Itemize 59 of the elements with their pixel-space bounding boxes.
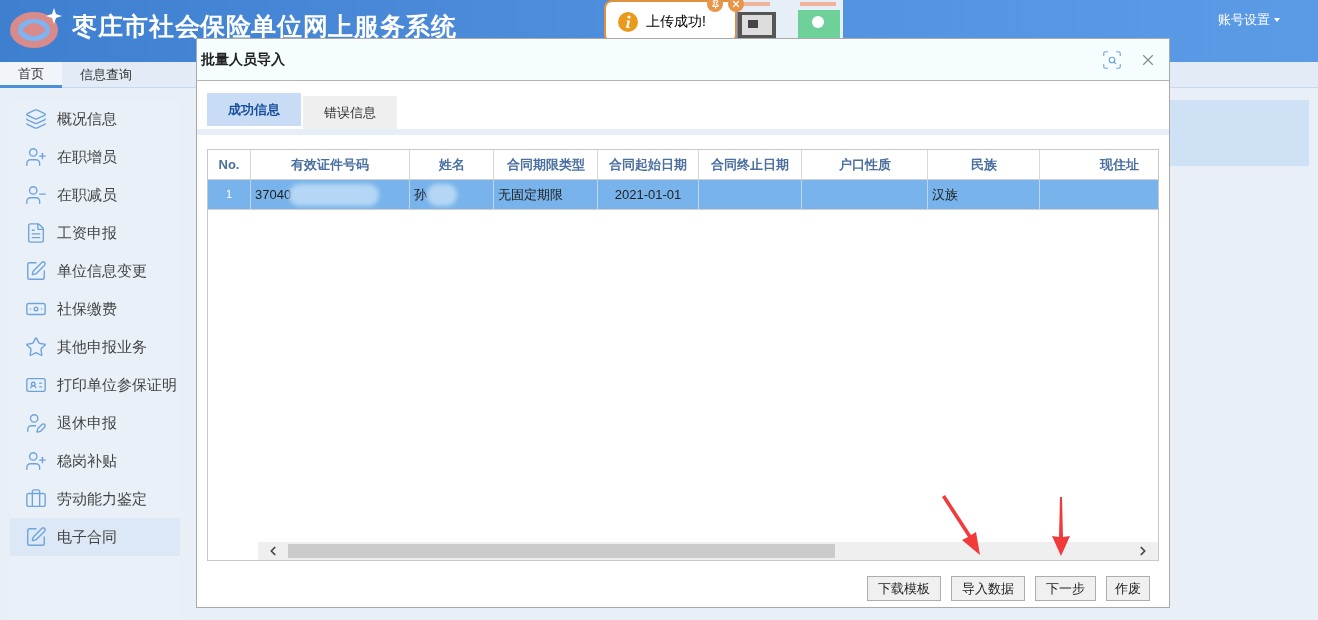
table-cell-text: 无固定期限 [498,185,563,204]
action-button[interactable]: 作废 [1106,576,1150,601]
column-header: 户口性质 [802,150,928,179]
column-header: 有效证件号码 [251,150,410,179]
layers-icon [25,108,47,130]
edit-icon [25,526,47,548]
briefcase-icon [25,488,47,510]
column-header: 姓名 [410,150,494,179]
sidebar-item[interactable]: 电子合同 [10,518,180,556]
edit-icon [25,260,47,282]
sidebar-item[interactable]: 单位信息变更 [10,252,180,290]
table-cell-text: 1 [225,187,233,203]
column-header: 合同终止日期 [699,150,802,179]
sidebar-item[interactable]: 在职减员 [10,176,180,214]
table-cell-text: 汉族 [932,185,958,204]
nav-tab[interactable]: 信息查询 [62,62,150,88]
toast-message: 上传成功! [646,12,706,31]
table-cell-text: 2021-01-01 [614,185,682,204]
column-header: 合同起始日期 [598,150,699,179]
action-button[interactable]: 下载模板 [867,576,941,601]
pin-button[interactable] [707,0,723,12]
column-header: No. [208,150,251,179]
table-cell-text: 孙 [414,185,427,204]
user-plus-icon [25,146,47,168]
arrow-annotation [1050,497,1072,557]
user-edit-icon [25,412,47,434]
action-button[interactable]: 导入数据 [951,576,1025,601]
dialog-title: 批量人员导入 [201,50,286,69]
user-minus-icon [25,184,47,206]
scrollbar-thumb[interactable] [288,544,835,558]
sidebar-item[interactable]: 打印单位参保证明 [10,366,180,404]
screenshot-icon[interactable] [1101,48,1123,71]
redaction-blur [427,183,457,206]
sidebar-item[interactable]: 工资申报 [10,214,180,252]
user-plus-icon [25,450,47,472]
sidebar-item[interactable]: 概况信息 [10,100,180,138]
sidebar-item[interactable]: 其他申报业务 [10,328,180,366]
star-icon [25,336,47,358]
table-row[interactable]: 1 37040 孙 无固定期限 2021-01-01 汉族 [208,180,1158,210]
action-button[interactable]: 下一步 [1035,576,1096,601]
table-cell-text: 37040 [255,185,292,204]
site-title: 枣庄市社会保险单位网上服务系统 [72,14,457,39]
caret-icon [1274,17,1280,22]
sidebar-item[interactable]: 社保缴费 [10,290,180,328]
info-icon [618,11,638,32]
sidebar-item[interactable]: 稳岗补贴 [10,442,180,480]
column-header: 现住址 [1040,150,1158,179]
document-icon [25,222,47,244]
nav-tab[interactable]: 首页 [0,62,62,88]
close-button[interactable] [728,0,744,12]
sidebar-item[interactable]: 劳动能力鉴定 [10,480,180,518]
dialog-tab[interactable]: 成功信息 [207,93,301,126]
sidebar-item[interactable]: 退休申报 [10,404,180,442]
logo-icon [8,6,64,50]
sidebar-item[interactable]: 在职增员 [10,138,180,176]
column-header: 民族 [928,150,1040,179]
arrow-annotation [940,495,982,557]
column-header: 合同期限类型 [494,150,598,179]
dialog-tab[interactable]: 错误信息 [303,96,397,129]
